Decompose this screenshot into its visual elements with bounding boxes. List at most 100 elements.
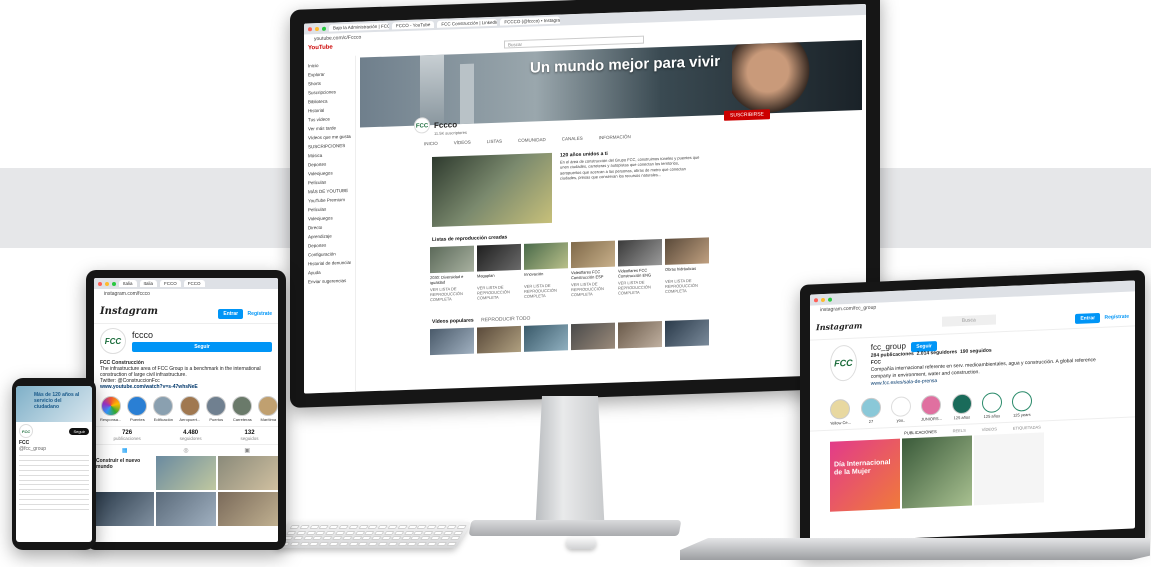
- browser-tab[interactable]: Bajo la Administración | FCC: [329, 22, 389, 32]
- playlist-thumb[interactable]: [618, 239, 662, 267]
- tab-videos[interactable]: VÍDEOS: [454, 140, 471, 146]
- post-thumb[interactable]: [974, 432, 1044, 506]
- register-link[interactable]: Regístrate: [1105, 314, 1129, 321]
- maximize-dot-icon[interactable]: [828, 297, 832, 302]
- sidebar-item[interactable]: Historial de denuncias: [308, 258, 351, 269]
- highlight-item[interactable]: 125 años: [981, 392, 1002, 419]
- post-thumb[interactable]: [218, 492, 278, 526]
- followers-count[interactable]: 2.014 seguidores: [917, 349, 958, 357]
- instagram-logo[interactable]: Instagram: [816, 320, 862, 332]
- highlight-item[interactable]: Yellow Ce...: [830, 398, 851, 426]
- play-all-button[interactable]: REPRODUCIR TODO: [481, 316, 530, 324]
- grid-icon[interactable]: ▦: [122, 447, 128, 454]
- post-thumb[interactable]: [156, 492, 216, 526]
- highlight-item[interactable]: Puentes: [127, 396, 148, 422]
- video-thumb[interactable]: [571, 322, 615, 351]
- video-thumb[interactable]: [665, 319, 709, 347]
- playlist-view-link[interactable]: VER LISTA DE REPRODUCCIÓN COMPLETA: [618, 279, 662, 296]
- highlight-item[interactable]: Puertos: [206, 396, 227, 422]
- following-count[interactable]: 190 seguidos: [960, 348, 992, 355]
- playlist-thumb[interactable]: [477, 243, 521, 272]
- browser-tab[interactable]: Italia: [119, 280, 137, 287]
- post-thumb[interactable]: [156, 456, 216, 490]
- playlist-view-link[interactable]: VER LISTA DE REPRODUCCIÓN COMPLETA: [477, 284, 521, 301]
- tab-publicaciones[interactable]: PUBLICACIONES: [904, 429, 936, 435]
- playlist-thumb[interactable]: [430, 245, 474, 274]
- playlist-title[interactable]: Videoflares FCC Construcción ESP: [571, 269, 615, 280]
- video-thumb[interactable]: [477, 325, 521, 354]
- highlight-item[interactable]: Responsa...: [100, 396, 121, 422]
- tab-listas[interactable]: LISTAS: [487, 139, 502, 145]
- login-button[interactable]: Entrar: [1075, 312, 1101, 324]
- video-thumb[interactable]: [430, 327, 474, 356]
- post-thumb[interactable]: [902, 435, 972, 509]
- search-input[interactable]: Busca: [941, 314, 996, 327]
- tab-informacion[interactable]: INFORMACIÓN: [599, 134, 631, 140]
- playlist-thumb[interactable]: [665, 237, 709, 265]
- sidebar-item[interactable]: SUSCRIPCIONES: [308, 141, 351, 152]
- browser-tab[interactable]: FCCCO (@fccco) • Instagram: [500, 16, 561, 26]
- tagged-icon[interactable]: ▣: [244, 447, 250, 454]
- tab-reels[interactable]: REELS: [953, 428, 966, 434]
- register-link[interactable]: Regístrate: [248, 311, 272, 317]
- reels-icon[interactable]: ◎: [183, 447, 188, 454]
- minimize-dot-icon[interactable]: [105, 281, 109, 286]
- tab-inicio[interactable]: INICIO: [424, 141, 438, 146]
- playlist-view-link[interactable]: VER LISTA DE REPRODUCCIÓN COMPLETA: [571, 281, 615, 297]
- tab-videos[interactable]: VÍDEOS: [982, 426, 997, 432]
- browser-tab[interactable]: FCCO: [183, 280, 205, 287]
- playlist-view-link[interactable]: VER LISTA DE REPRODUCCIÓN COMPLETA: [665, 277, 709, 294]
- tab-comunidad[interactable]: COMUNIDAD: [518, 137, 546, 143]
- maximize-dot-icon[interactable]: [322, 26, 326, 31]
- highlight-item[interactable]: Carreteras: [232, 396, 253, 422]
- highlight-item[interactable]: JUNIORS...: [921, 394, 942, 422]
- highlight-item[interactable]: Edificación: [153, 396, 174, 422]
- browser-tab[interactable]: FCCO: [160, 280, 181, 287]
- search-input[interactable]: Buscar: [504, 35, 644, 49]
- playlist-thumb[interactable]: [524, 242, 568, 270]
- follow-button[interactable]: Seguir: [132, 342, 272, 352]
- close-dot-icon[interactable]: [308, 26, 312, 31]
- highlight-item[interactable]: you..: [890, 396, 911, 423]
- browser-tab[interactable]: Italia: [139, 280, 158, 287]
- follow-button[interactable]: Seguir: [69, 427, 89, 435]
- post-thumb[interactable]: [218, 456, 278, 490]
- browser-tab[interactable]: FCCO - YouTube: [392, 20, 435, 30]
- subscribe-button[interactable]: SUSCRIBIRSE: [724, 109, 770, 121]
- highlight-item[interactable]: 125 años: [951, 393, 972, 420]
- highlight-item[interactable]: Aeropuert...: [179, 396, 200, 422]
- address-bar[interactable]: instagram.com/fccco: [98, 290, 274, 298]
- playlist-title[interactable]: Megaplan: [477, 272, 521, 284]
- tab-canales[interactable]: CANALES: [562, 136, 583, 142]
- minimize-dot-icon[interactable]: [315, 26, 319, 31]
- highlight-item[interactable]: 27: [860, 397, 881, 424]
- playlist-title[interactable]: 2030: Diversidad e igualdad: [430, 274, 474, 285]
- instagram-logo[interactable]: Instagram: [100, 306, 158, 317]
- playlist-view-link[interactable]: VER LISTA DE REPRODUCCIÓN COMPLETA: [430, 286, 474, 302]
- highlight-item[interactable]: 125 years: [1011, 390, 1032, 418]
- followers-stat[interactable]: 4.480 seguidores: [180, 430, 202, 441]
- post-thumb[interactable]: Día Internacional de la Mujer: [830, 438, 900, 512]
- playlist-title[interactable]: Innovación: [524, 270, 568, 282]
- bio-link[interactable]: www.youtube.com/watch?v=s-47whsNeE: [100, 384, 198, 390]
- close-dot-icon[interactable]: [98, 281, 102, 286]
- youtube-logo[interactable]: YouTube: [308, 45, 333, 52]
- post-thumb[interactable]: [94, 492, 154, 526]
- video-thumb[interactable]: [618, 321, 662, 349]
- highlight-item[interactable]: Marítima: [258, 396, 278, 422]
- sidebar-item[interactable]: YouTube Premium: [308, 195, 351, 206]
- maximize-dot-icon[interactable]: [112, 281, 116, 286]
- playlist-title[interactable]: Obras hidráulicas: [665, 265, 709, 277]
- video-thumb[interactable]: [524, 324, 568, 352]
- sidebar-item[interactable]: Enviar sugerencias: [308, 276, 351, 287]
- playlist-thumb[interactable]: [571, 240, 615, 269]
- post-thumb[interactable]: Construir el nuevo mundo: [94, 456, 154, 490]
- tab-etiquetadas[interactable]: ETIQUETADAS: [1013, 424, 1041, 430]
- login-button[interactable]: Entrar: [218, 309, 244, 319]
- browser-tab[interactable]: FCC Construcción | LinkedIn: [437, 18, 498, 28]
- playlist-title[interactable]: Videoflares FCC Construcción ENG: [618, 267, 662, 279]
- close-dot-icon[interactable]: [814, 297, 818, 302]
- minimize-dot-icon[interactable]: [821, 297, 825, 302]
- following-stat[interactable]: 132 seguidos: [241, 430, 259, 441]
- featured-video-player[interactable]: [432, 152, 552, 228]
